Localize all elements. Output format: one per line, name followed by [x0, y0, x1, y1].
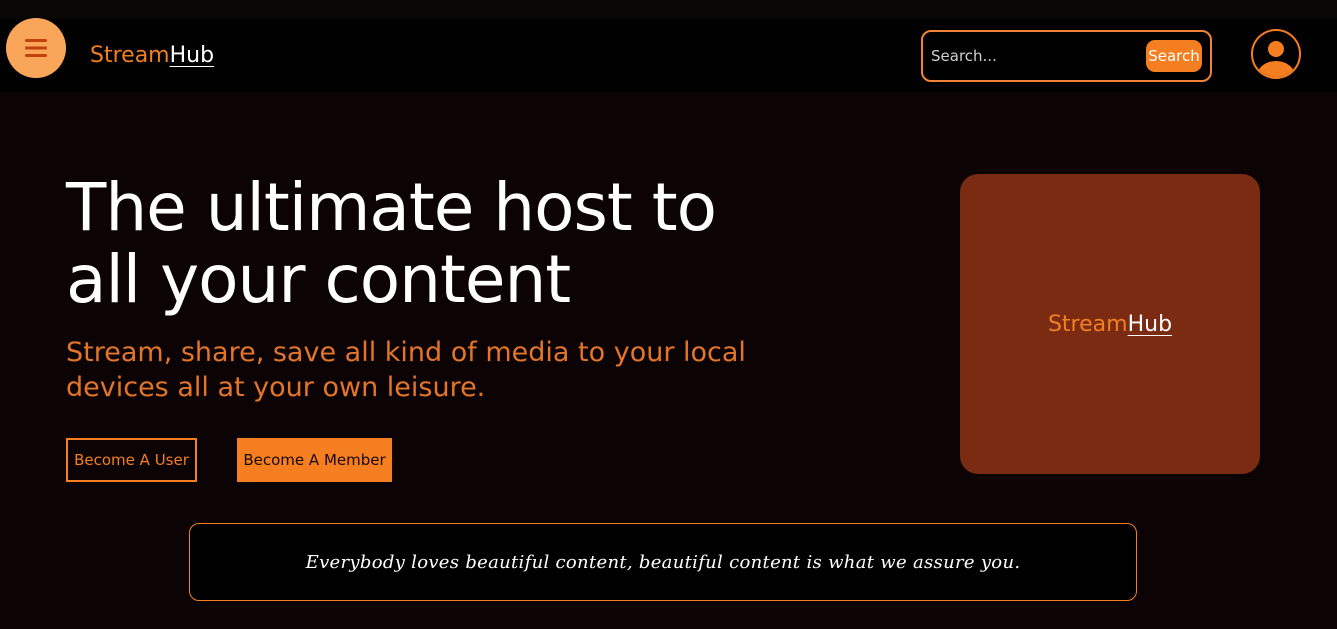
brand-logo-part2: Hub — [169, 43, 215, 68]
logo-card-brand-part1: Stream — [1047, 311, 1128, 337]
brand-logo[interactable]: StreamHub — [90, 42, 214, 70]
become-member-button[interactable]: Become A Member — [237, 438, 392, 482]
hero-subtitle-line2: devices all at your own leisure. — [66, 372, 486, 403]
hero-title-line1: The ultimate host to — [66, 169, 717, 246]
hero-title: The ultimate host to all your content — [66, 172, 826, 316]
search-bar: Search — [921, 30, 1212, 82]
logo-card-brand: StreamHub — [1048, 312, 1172, 337]
search-button[interactable]: Search — [1146, 40, 1202, 72]
hero-title-line2: all your content — [66, 241, 571, 318]
header-bar: StreamHub Search — [0, 18, 1337, 92]
menu-button[interactable] — [6, 18, 66, 78]
brand-logo-part1: Stream — [90, 43, 170, 68]
hero-subtitle-line1: Stream, share, save all kind of media to… — [66, 337, 746, 368]
hamburger-menu-icon — [25, 39, 47, 57]
logo-card: StreamHub — [960, 174, 1260, 474]
become-user-button[interactable]: Become A User — [66, 438, 197, 482]
hero-subtitle: Stream, share, save all kind of media to… — [66, 335, 786, 405]
profile-button[interactable] — [1251, 29, 1301, 79]
logo-card-brand-part2: Hub — [1127, 311, 1173, 337]
top-strip — [0, 0, 1337, 18]
quote-banner: Everybody loves beautiful content, beaut… — [189, 523, 1137, 601]
quote-text: Everybody loves beautiful content, beaut… — [305, 551, 1021, 573]
user-avatar-icon — [1257, 41, 1295, 77]
search-input[interactable] — [931, 42, 1141, 70]
